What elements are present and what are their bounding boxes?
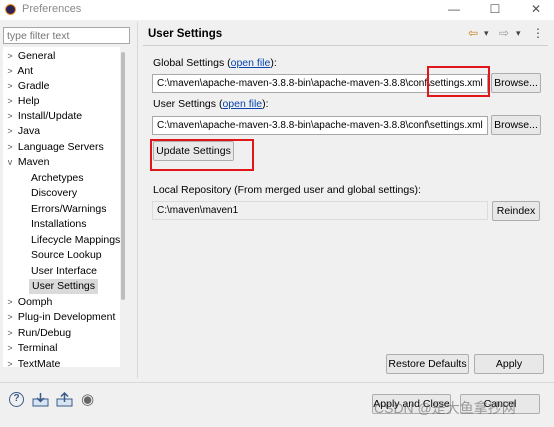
chevron-right-icon[interactable]: > [5, 310, 15, 325]
forward-dropdown-icon[interactable]: ▾ [516, 28, 521, 39]
tree-item-label: Terminal [17, 342, 58, 354]
record-glyph: ◉ [81, 391, 95, 408]
maximize-button[interactable]: ☐ [482, 1, 508, 18]
user-open-file-link[interactable]: open file [222, 98, 262, 110]
help-glyph: ? [9, 392, 24, 407]
chevron-right-icon[interactable]: > [5, 140, 15, 155]
filter-input[interactable] [3, 27, 130, 44]
title-bar: Preferences — ☐ ✕ [0, 0, 554, 20]
tree-item-ant[interactable]: > Ant [5, 64, 33, 79]
tree-item-label: Ant [17, 65, 34, 77]
tree-item-label: Installations [31, 218, 87, 230]
preferences-tree: > General > Ant > Gradle > Help > Instal… [3, 47, 127, 367]
local-repository-field: C:\maven\maven1 [152, 201, 488, 220]
tree-item-label: General [17, 50, 56, 62]
global-browse-button[interactable]: Browse... [491, 73, 541, 93]
tree-item-label: Plug-in Development [17, 311, 116, 323]
record-icon[interactable]: ◉ [81, 392, 96, 407]
view-menu-icon[interactable]: ⋮ [532, 26, 544, 40]
title-separator [143, 45, 548, 46]
tree-item-plugin-development[interactable]: > Plug-in Development [5, 310, 115, 325]
label-text: ): [270, 57, 277, 69]
back-icon[interactable]: ⇦ [468, 26, 478, 40]
highlight-box-update-settings [150, 139, 254, 171]
tree-item-label: Archetypes [31, 172, 84, 184]
tree-item-errors-warnings[interactable]: Errors/Warnings [31, 202, 106, 217]
highlight-box-settings-xml [427, 66, 490, 97]
tree-item-label: Install/Update [17, 110, 83, 122]
page-title: User Settings [148, 28, 223, 40]
chevron-right-icon[interactable]: > [5, 295, 15, 310]
label-text: ): [262, 98, 269, 110]
tree-item-install-update[interactable]: > Install/Update [5, 109, 82, 124]
user-settings-label: User Settings (open file): [153, 98, 269, 110]
restore-defaults-button[interactable]: Restore Defaults [386, 354, 469, 374]
tree-item-label: Maven [17, 156, 50, 168]
global-settings-label: Global Settings (open file): [153, 57, 277, 69]
footer-separator [0, 382, 554, 383]
label-text: Global Settings ( [153, 57, 231, 69]
tree-item-label: User Interface [31, 265, 97, 277]
tree-item-java[interactable]: > Java [5, 124, 40, 139]
chevron-right-icon[interactable]: > [5, 341, 15, 356]
tree-item-user-interface[interactable]: User Interface [31, 264, 97, 279]
chevron-right-icon[interactable]: > [5, 357, 15, 367]
tree-item-label: User Settings [32, 280, 96, 292]
tree-item-user-settings[interactable]: User Settings [29, 279, 99, 294]
tree-item-label: Run/Debug [17, 327, 72, 339]
tree-item-general[interactable]: > General [5, 49, 55, 64]
tree-item-language-servers[interactable]: > Language Servers [5, 140, 104, 155]
tree-item-help[interactable]: > Help [5, 94, 40, 109]
chevron-right-icon[interactable]: > [5, 124, 15, 139]
chevron-right-icon[interactable]: > [5, 326, 15, 341]
forward-icon[interactable]: ⇨ [499, 26, 509, 40]
tree-item-archetypes[interactable]: Archetypes [31, 171, 84, 186]
local-repository-label: Local Repository (From merged user and g… [153, 184, 421, 196]
tree-item-maven[interactable]: v Maven [5, 155, 50, 170]
tree-item-label: Lifecycle Mappings [31, 234, 121, 246]
export-icon[interactable] [56, 391, 73, 410]
tree-item-label: Errors/Warnings [31, 203, 107, 215]
tree-item-textmate[interactable]: > TextMate [5, 357, 60, 367]
chevron-right-icon[interactable]: > [5, 49, 15, 64]
apply-button[interactable]: Apply [474, 354, 544, 374]
tree-item-label: Java [17, 125, 41, 137]
tree-item-lifecycle-mappings[interactable]: Lifecycle Mappings [31, 233, 120, 248]
tree-item-label: Discovery [31, 187, 78, 199]
tree-item-oomph[interactable]: > Oomph [5, 295, 52, 310]
tree-item-label: TextMate [17, 358, 61, 367]
pane-divider[interactable] [137, 22, 138, 378]
minimize-button[interactable]: — [441, 1, 467, 18]
tree-item-terminal[interactable]: > Terminal [5, 341, 57, 356]
tree-item-label: Gradle [17, 80, 50, 92]
user-settings-field[interactable]: C:\maven\apache-maven-3.8.8-bin\apache-m… [152, 116, 488, 135]
watermark: CSDN @是大鱼拿抄网 [374, 400, 516, 416]
chevron-right-icon[interactable]: > [5, 79, 15, 94]
global-open-file-link[interactable]: open file [231, 57, 271, 69]
user-browse-button[interactable]: Browse... [491, 115, 541, 135]
chevron-right-icon[interactable]: > [5, 64, 15, 79]
tree-item-run-debug[interactable]: > Run/Debug [5, 326, 71, 341]
eclipse-icon [5, 4, 16, 15]
label-text: User Settings ( [153, 98, 223, 110]
tree-item-discovery[interactable]: Discovery [31, 186, 77, 201]
chevron-down-icon[interactable]: v [5, 155, 15, 170]
tree-item-label: Help [17, 95, 40, 107]
back-dropdown-icon[interactable]: ▾ [484, 28, 489, 39]
tree-item-label: Language Servers [17, 141, 104, 153]
import-icon[interactable] [32, 392, 49, 410]
tree-item-gradle[interactable]: > Gradle [5, 79, 49, 94]
chevron-right-icon[interactable]: > [5, 109, 15, 124]
tree-item-label: Source Lookup [31, 249, 102, 261]
tree-item-label: Oomph [17, 296, 53, 308]
window-title: Preferences [22, 3, 82, 15]
help-icon[interactable]: ? [9, 392, 24, 407]
reindex-button[interactable]: Reindex [492, 201, 540, 221]
tree-item-installations[interactable]: Installations [31, 217, 86, 232]
close-button[interactable]: ✕ [523, 1, 549, 18]
tree-scrollbar-thumb[interactable] [121, 52, 125, 300]
tree-item-source-lookup[interactable]: Source Lookup [31, 248, 102, 263]
chevron-right-icon[interactable]: > [5, 94, 15, 109]
